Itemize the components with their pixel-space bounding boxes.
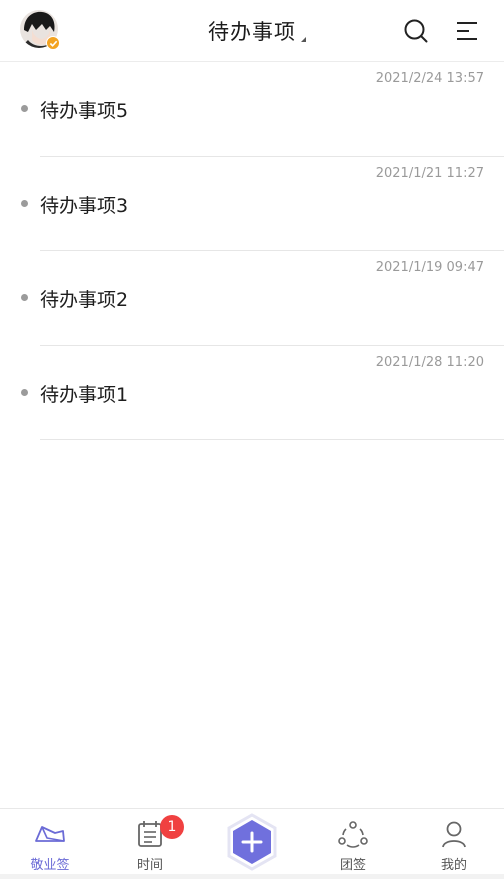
item-timestamp: 2021/1/19 09:47 (375, 260, 484, 275)
tab-home[interactable]: 敬业签 (0, 809, 100, 875)
search-icon (404, 19, 428, 43)
divider (40, 439, 504, 440)
add-icon (227, 813, 277, 871)
menu-button[interactable] (454, 18, 480, 44)
todo-list: 2021/2/24 13:57 待办事项5 2021/1/21 11:27 待办… (0, 62, 504, 440)
list-item[interactable]: 2021/1/21 11:27 待办事项3 (0, 157, 504, 251)
tab-team[interactable]: 团签 (303, 809, 403, 875)
team-icon (338, 821, 368, 848)
bullet-dot (21, 105, 28, 112)
tab-time-label: 时间 (136, 858, 163, 873)
item-label: 待办事项3 (40, 194, 129, 217)
list-item[interactable]: 2021/2/24 13:57 待办事项5 (0, 62, 504, 157)
item-label: 待办事项1 (40, 383, 129, 406)
item-label: 待办事项5 (40, 100, 129, 122)
list-item[interactable]: 2021/1/19 09:47 待办事项2 (0, 251, 504, 346)
tab-me-label: 我的 (440, 858, 467, 873)
app-root: 待办事项 2021/2/24 13:57 待办事项5 2021/1/21 11:… (0, 0, 504, 879)
top-header: 待办事项 (0, 0, 504, 62)
item-timestamp: 2021/2/24 13:57 (375, 71, 484, 86)
person-icon (442, 821, 466, 848)
menu-icon (457, 22, 477, 40)
item-label: 待办事项2 (40, 289, 129, 311)
home-indicator-strip (0, 874, 504, 879)
tab-time[interactable]: 1 时间 (100, 809, 200, 875)
search-button[interactable] (403, 18, 429, 44)
item-timestamp: 2021/1/21 11:27 (375, 165, 484, 181)
page-title: 待办事项 (208, 20, 296, 44)
note-boat-icon (35, 826, 65, 842)
bullet-dot (21, 294, 28, 301)
tab-me[interactable]: 我的 (404, 809, 504, 875)
bullet-dot (21, 199, 28, 207)
tab-team-label: 团签 (339, 858, 366, 873)
bullet-dot (21, 388, 28, 396)
notification-badge: 1 (160, 815, 184, 839)
tab-home-label: 敬业签 (30, 858, 70, 873)
item-timestamp: 2021/1/28 11:20 (375, 354, 484, 370)
dropdown-caret-icon (301, 37, 306, 42)
list-item[interactable]: 2021/1/28 11:20 待办事项1 (0, 346, 504, 440)
add-button[interactable] (224, 812, 280, 872)
